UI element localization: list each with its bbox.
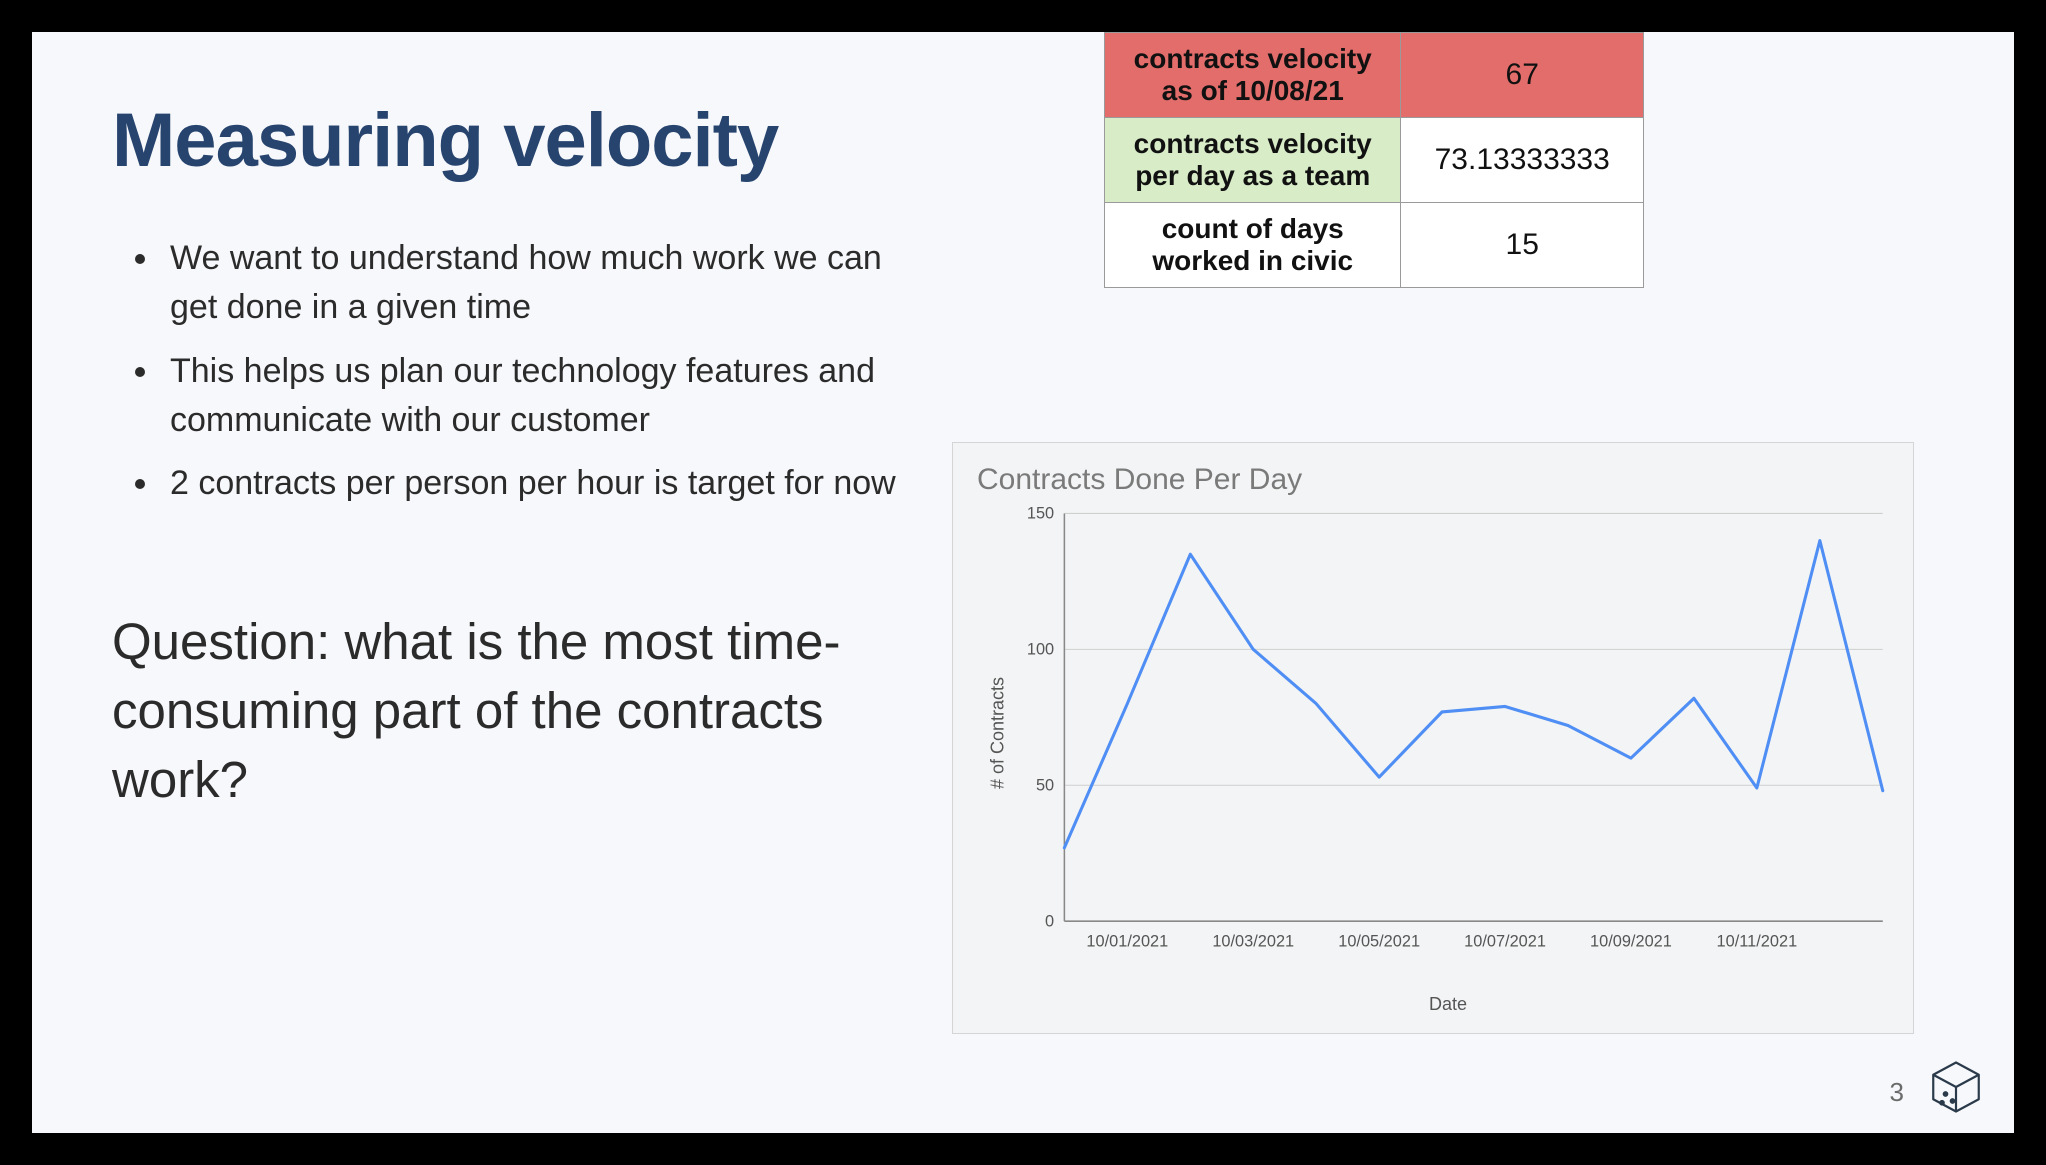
bullet-item: 2 contracts per person per hour is targe… [162, 459, 932, 508]
svg-text:10/11/2021: 10/11/2021 [1717, 931, 1798, 950]
bullet-item: We want to understand how much work we c… [162, 234, 932, 333]
bullet-item: This helps us plan our technology featur… [162, 347, 932, 446]
svg-text:100: 100 [1027, 639, 1054, 658]
metric-value: 67 [1401, 33, 1644, 118]
table-row: contracts velocity as of 10/08/21 67 [1105, 33, 1644, 118]
svg-text:0: 0 [1045, 911, 1054, 930]
metric-label: contracts velocity as of 10/08/21 [1105, 33, 1401, 118]
svg-text:10/03/2021: 10/03/2021 [1212, 931, 1294, 950]
slide: Measuring velocity We want to understand… [32, 32, 2014, 1133]
metrics-table: contracts velocity as of 10/08/21 67 con… [1104, 32, 1644, 288]
viewport: Measuring velocity We want to understand… [0, 0, 2046, 1165]
table-row: count of days worked in civic 15 [1105, 203, 1644, 288]
chart-xlabel: Date [1429, 994, 1467, 1015]
page-number: 3 [1890, 1077, 1904, 1108]
metric-label: contracts velocity per day as a team [1105, 118, 1401, 203]
svg-text:10/07/2021: 10/07/2021 [1464, 931, 1546, 950]
svg-text:10/09/2021: 10/09/2021 [1590, 931, 1672, 950]
plot-area: # of Contracts Date 05010015010/01/20211… [1003, 503, 1893, 963]
bullet-list: We want to understand how much work we c… [162, 234, 932, 508]
question-text: Question: what is the most time-consumin… [112, 608, 932, 815]
svg-text:10/01/2021: 10/01/2021 [1086, 931, 1168, 950]
text-column: Measuring velocity We want to understand… [112, 97, 932, 815]
svg-text:50: 50 [1036, 775, 1054, 794]
logo-icon [1928, 1059, 1984, 1115]
chart-ylabel: # of Contracts [988, 677, 1009, 789]
svg-text:150: 150 [1027, 504, 1054, 523]
line-chart: 0 50 100 150 10/01/2021 10/03/2021 10/05/2021 1… [1003, 503, 1893, 963]
table-row: contracts velocity per day as a team 73.… [1105, 118, 1644, 203]
metric-label: count of days worked in civic [1105, 203, 1401, 288]
chart-title: Contracts Done Per Day [953, 443, 1913, 503]
svg-text:10/05/2021: 10/05/2021 [1338, 931, 1420, 950]
chart-container: Contracts Done Per Day # of Contracts Da… [952, 442, 1914, 1034]
metric-value: 15 [1401, 203, 1644, 288]
slide-title: Measuring velocity [112, 97, 932, 184]
metric-value: 73.13333333 [1401, 118, 1644, 203]
